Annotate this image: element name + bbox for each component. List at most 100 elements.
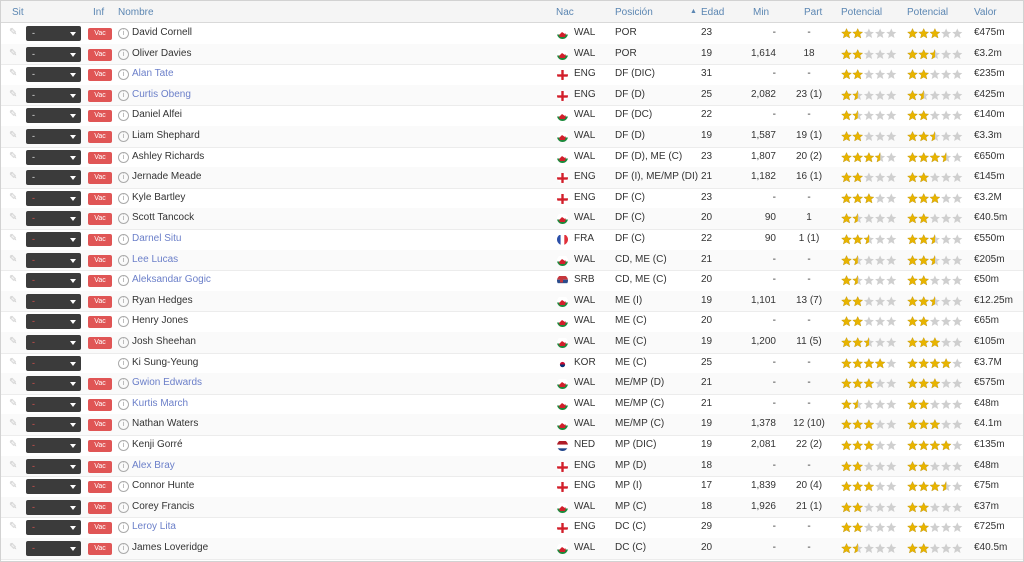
info-icon[interactable]: i: [118, 357, 129, 369]
table-row[interactable]: ✎ - Vac i Darnel Situ FRA DF (C) 22 90 1 (1) €550m: [1, 229, 1023, 251]
selection-dropdown[interactable]: -: [26, 335, 81, 350]
table-row[interactable]: ✎ - Vac i Ashley Richards WAL DF (D), ME (C) 23…: [1, 147, 1023, 169]
selection-dropdown[interactable]: -: [26, 458, 81, 474]
header-potencial-actual[interactable]: Potencial: [841, 7, 882, 18]
vac-badge[interactable]: Vac: [88, 295, 112, 308]
edit-pencil-icon[interactable]: ✎: [9, 250, 23, 270]
selection-dropdown[interactable]: -: [26, 129, 81, 144]
vac-badge[interactable]: Vac: [88, 254, 112, 267]
header-part[interactable]: Part: [804, 7, 822, 18]
info-icon[interactable]: i: [118, 419, 129, 431]
edit-pencil-icon[interactable]: ✎: [9, 332, 23, 352]
edit-pencil-icon[interactable]: ✎: [9, 23, 23, 43]
info-icon[interactable]: i: [118, 501, 129, 513]
selection-dropdown[interactable]: -: [26, 46, 81, 62]
info-icon[interactable]: i: [118, 378, 129, 390]
table-row[interactable]: ✎ - Vac i Curtis Obeng ENG DF (D) 25 2,082 23 (1)…: [1, 84, 1023, 107]
table-row[interactable]: ✎ - Vac i Gwion Edwards WAL ME/MP (D) 21- - €575m: [1, 373, 1023, 395]
table-row[interactable]: ✎ - i Ki Sung-Yeung KOR ME (C) 25- - €3.7M: [1, 353, 1023, 375]
selection-dropdown[interactable]: -: [26, 376, 81, 392]
info-icon[interactable]: i: [118, 543, 129, 554]
info-icon[interactable]: i: [118, 275, 129, 287]
player-name[interactable]: Alex Bray: [132, 456, 175, 476]
info-icon[interactable]: i: [118, 522, 129, 534]
vac-badge[interactable]: Vac: [88, 110, 112, 123]
vac-badge[interactable]: Vac: [88, 48, 112, 61]
table-row[interactable]: ✎ - Vac i Jernade Meade ENG DF (I), ME/MP (DI)…: [1, 167, 1023, 189]
edit-pencil-icon[interactable]: ✎: [9, 270, 23, 290]
table-row[interactable]: ✎ - Vac i Nathan Waters WAL ME/MP (C) 19 1,378 12…: [1, 414, 1023, 436]
selection-dropdown[interactable]: -: [26, 252, 81, 268]
edit-pencil-icon[interactable]: ✎: [9, 497, 23, 517]
selection-dropdown[interactable]: -: [26, 190, 81, 206]
player-name[interactable]: Leroy Lita: [132, 517, 176, 537]
vac-badge[interactable]: Vac: [88, 337, 112, 349]
edit-pencil-icon[interactable]: ✎: [9, 64, 23, 84]
vac-badge[interactable]: Vac: [88, 275, 112, 288]
vac-badge[interactable]: Vac: [88, 378, 112, 391]
selection-dropdown[interactable]: -: [26, 232, 81, 247]
vac-badge[interactable]: Vac: [88, 131, 112, 143]
selection-dropdown[interactable]: -: [26, 87, 81, 103]
info-icon[interactable]: i: [118, 398, 129, 410]
selection-dropdown[interactable]: -: [26, 26, 81, 41]
info-icon[interactable]: i: [118, 110, 129, 122]
info-icon[interactable]: i: [118, 481, 129, 493]
info-icon[interactable]: i: [118, 131, 129, 142]
edit-pencil-icon[interactable]: ✎: [9, 126, 23, 146]
selection-dropdown[interactable]: -: [26, 108, 81, 124]
table-row[interactable]: ✎ - Vac i Josh Sheehan WAL ME (C) 19 1,200 11 (5)…: [1, 332, 1023, 354]
table-row[interactable]: ✎ - Vac i Aleksandar Gogic SRB CD, ME (C) 20- - €…: [1, 270, 1023, 292]
info-icon[interactable]: i: [118, 337, 129, 348]
table-row[interactable]: ✎ - Vac i Alan Tate ENG DF (DIC) 31- - €235m: [1, 64, 1023, 86]
info-icon[interactable]: i: [118, 213, 129, 225]
edit-pencil-icon[interactable]: ✎: [9, 85, 23, 105]
table-row[interactable]: ✎ - Vac i Kyle Bartley ENG DF (C) 23- - €3.2M: [1, 188, 1023, 210]
selection-dropdown[interactable]: -: [26, 520, 81, 536]
selection-dropdown[interactable]: -: [26, 541, 81, 556]
player-name[interactable]: Gwion Edwards: [132, 373, 202, 393]
selection-dropdown[interactable]: -: [26, 293, 81, 309]
vac-badge[interactable]: Vac: [88, 460, 112, 473]
vac-badge[interactable]: Vac: [88, 213, 112, 226]
table-row[interactable]: ✎ - Vac i Daniel Alfei WAL DF (DC) 22- - €140m: [1, 105, 1023, 127]
info-icon[interactable]: i: [118, 28, 129, 39]
vac-badge[interactable]: Vac: [88, 28, 112, 40]
vac-badge[interactable]: Vac: [88, 192, 112, 205]
selection-dropdown[interactable]: -: [26, 417, 81, 433]
table-row[interactable]: ✎ - Vac i Liam Shephard WAL DF (D) 19 1,587 19 (1…: [1, 126, 1023, 148]
table-row[interactable]: ✎ - Vac i Scott Tancock WAL DF (C) 20 90 1 €40.5m: [1, 208, 1023, 230]
edit-pencil-icon[interactable]: ✎: [9, 414, 23, 434]
vac-badge[interactable]: Vac: [88, 398, 112, 411]
selection-dropdown[interactable]: -: [26, 499, 81, 515]
selection-dropdown[interactable]: -: [26, 314, 81, 330]
table-row[interactable]: ✎ - Vac i Leroy Lita ENG DC (C) 29- - €725m: [1, 517, 1023, 539]
table-row[interactable]: ✎ - Vac i David Cornell WAL POR 23- - €475m: [1, 23, 1023, 45]
selection-dropdown[interactable]: -: [26, 273, 81, 289]
header-min[interactable]: Min: [753, 7, 769, 18]
selection-dropdown[interactable]: -: [26, 67, 81, 83]
edit-pencil-icon[interactable]: ✎: [9, 353, 23, 373]
vac-badge[interactable]: Vac: [88, 501, 112, 514]
vac-badge[interactable]: Vac: [88, 151, 112, 164]
vac-badge[interactable]: Vac: [88, 522, 112, 535]
table-row[interactable]: ✎ - Vac i Corey Francis WAL MP (C) 18 1,926 21 (1…: [1, 496, 1023, 519]
edit-pencil-icon[interactable]: ✎: [9, 373, 23, 393]
info-icon[interactable]: i: [118, 192, 129, 204]
edit-pencil-icon[interactable]: ✎: [9, 394, 23, 414]
info-icon[interactable]: i: [118, 69, 129, 81]
info-icon[interactable]: i: [118, 48, 129, 60]
header-sit[interactable]: Sit: [12, 7, 24, 18]
selection-dropdown[interactable]: -: [26, 396, 81, 412]
info-icon[interactable]: i: [118, 234, 129, 245]
vac-badge[interactable]: Vac: [88, 440, 112, 452]
edit-pencil-icon[interactable]: ✎: [9, 208, 23, 228]
table-row[interactable]: ✎ - Vac i Henry Jones WAL ME (C) 20- - €65m: [1, 311, 1023, 333]
edit-pencil-icon[interactable]: ✎: [9, 311, 23, 331]
edit-pencil-icon[interactable]: ✎: [9, 147, 23, 167]
table-row[interactable]: ✎ - Vac i Kurtis March WAL ME/MP (C) 21- - €48m: [1, 394, 1023, 416]
edit-pencil-icon[interactable]: ✎: [9, 476, 23, 496]
player-name[interactable]: Alan Tate: [132, 64, 174, 84]
selection-dropdown[interactable]: -: [26, 149, 81, 165]
edit-pencil-icon[interactable]: ✎: [9, 538, 23, 558]
